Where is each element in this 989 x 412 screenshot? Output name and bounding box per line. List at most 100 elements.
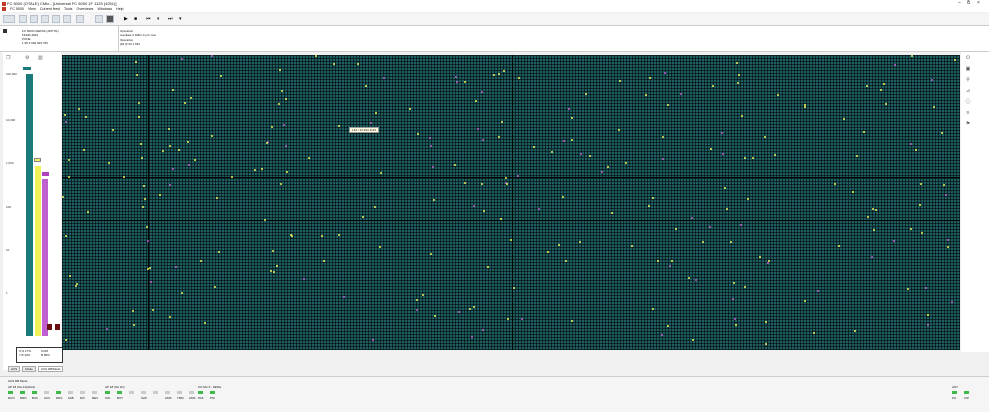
tag-icon[interactable]: ⚑	[965, 121, 971, 127]
grid-cell-marker	[562, 196, 564, 198]
grid-cell-marker	[68, 159, 70, 161]
menu-view[interactable]: View	[28, 7, 36, 11]
legend-box: 0 % 17% 7 B 33% COM B 89%	[16, 347, 63, 363]
grid-cell-marker	[308, 157, 310, 159]
grid-cell-marker	[112, 129, 114, 131]
grid-divider-h2	[62, 220, 960, 221]
grid-cell-marker	[458, 311, 460, 313]
menu-tools[interactable]: Tools	[64, 7, 72, 11]
device-line-4: 1 95 3 902 929 766	[22, 41, 48, 45]
status-led-label: CIP	[964, 396, 970, 400]
pause-icon[interactable]: ⏸	[157, 16, 160, 22]
grid-cell-marker	[136, 74, 138, 76]
tool-button-5[interactable]	[63, 15, 71, 23]
chevron-down-icon[interactable]: ▾	[179, 16, 182, 22]
grid-cell-marker	[551, 151, 553, 153]
tool-button-4[interactable]	[52, 15, 60, 23]
skip-icon[interactable]: ⏮	[146, 16, 151, 22]
copy-icon[interactable]: ❐	[6, 55, 10, 61]
grid-cell-marker	[933, 106, 935, 108]
right-title: ANT	[952, 385, 958, 389]
grid-cell-marker	[454, 164, 456, 166]
chart-button[interactable]	[106, 15, 114, 23]
group3-title: KO MC 5 - 9999s	[198, 385, 222, 389]
grid-cell-marker	[172, 89, 174, 91]
tab-acs[interactable]: ACS	[8, 366, 21, 372]
export-button[interactable]	[95, 15, 103, 23]
status-led-label: FAB	[68, 396, 74, 400]
grid-cell-marker	[456, 81, 458, 83]
bar-cap-teal	[23, 67, 31, 70]
status-led	[56, 391, 61, 394]
grid-cell-marker	[920, 183, 922, 185]
grid-cell-marker	[283, 124, 285, 126]
status-led	[32, 391, 37, 394]
grid-cell-marker	[181, 58, 183, 60]
grid-cell-marker	[724, 187, 726, 189]
grid-cell-marker	[473, 306, 475, 308]
menu-help[interactable]: Help	[116, 7, 123, 11]
camera-icon[interactable]: ▣	[965, 66, 971, 72]
grid-cell-marker	[883, 83, 885, 85]
tool-button-1[interactable]	[19, 15, 27, 23]
grid-cell-marker	[78, 108, 80, 110]
tool-button-2[interactable]	[30, 15, 38, 23]
grid-cell-marker	[429, 137, 431, 139]
bar-yellow	[35, 166, 41, 336]
grid-cell-marker	[732, 298, 734, 300]
menu-windows[interactable]: Windows	[97, 7, 112, 11]
grid-cell-marker	[915, 149, 917, 151]
grid-cell-marker	[430, 253, 432, 255]
menu-fc5000[interactable]: FC 5000	[10, 7, 24, 11]
play-icon[interactable]: ▶	[124, 16, 128, 22]
chart-icon[interactable]: ▥	[38, 55, 43, 61]
grid-cell-marker	[854, 330, 856, 332]
tool-button-3[interactable]	[41, 15, 49, 23]
info-bar: FC 5000 N1E6SF (APP 81) 19340-4923 PONE …	[0, 26, 989, 52]
grid-cell-marker	[744, 286, 746, 288]
grid-cell-marker	[506, 183, 508, 185]
grid-cell-marker	[132, 310, 134, 312]
grid-cell-marker	[276, 265, 278, 267]
grid-cell-marker	[547, 251, 549, 253]
grid-cell-marker	[947, 246, 949, 248]
power-icon[interactable]: ⏻	[965, 55, 971, 61]
grid-cell-marker	[142, 206, 144, 208]
grid-cell-marker	[885, 103, 887, 105]
grid-cell-marker	[481, 183, 483, 185]
axis-label-1: 1	[6, 291, 8, 295]
grid-cell-marker	[777, 94, 779, 96]
device-button[interactable]	[3, 15, 15, 23]
grid-cell-marker	[631, 245, 633, 247]
measure-icon[interactable]: ⊿	[965, 88, 971, 94]
grid-cell-marker	[365, 85, 367, 87]
info-icon[interactable]: ⓘ	[965, 99, 971, 105]
legend-line-4: B 89%	[41, 353, 50, 357]
grid-cell-marker	[919, 204, 921, 206]
menu-overviews[interactable]: Overviews	[77, 7, 94, 11]
grid-cell-marker	[178, 149, 180, 151]
grid-cell-marker	[272, 250, 274, 252]
grid-cell-marker	[464, 182, 466, 184]
grid-cell-marker	[568, 108, 570, 110]
status-led-label: BUF	[32, 396, 38, 400]
filter-icon[interactable]: ⚲	[965, 77, 971, 83]
status-led	[210, 391, 215, 394]
grid-cell-marker	[510, 239, 512, 241]
cell-grid[interactable]	[62, 55, 960, 350]
tool-button-6[interactable]	[76, 15, 84, 23]
tab-mode[interactable]: Mode	[22, 366, 36, 372]
stop-icon[interactable]: ■	[134, 16, 137, 22]
grid-cell-marker	[481, 91, 483, 93]
settings-icon[interactable]: ⚙	[25, 55, 29, 61]
tab-acs-db-mode[interactable]: ACS DB/Mode	[37, 366, 64, 372]
grid-cell-marker	[667, 325, 669, 327]
menu-current-feed[interactable]: Current feed	[40, 7, 60, 11]
grid-cell-marker	[416, 309, 418, 311]
list-icon[interactable]: ≡	[965, 110, 971, 116]
status-led-label: SIN	[105, 396, 111, 400]
grid-cell-marker	[379, 246, 381, 248]
bar-dark-red-1	[47, 324, 52, 330]
grid-cell-marker	[764, 136, 766, 138]
fast-forward-icon[interactable]: ⏭	[168, 16, 173, 22]
